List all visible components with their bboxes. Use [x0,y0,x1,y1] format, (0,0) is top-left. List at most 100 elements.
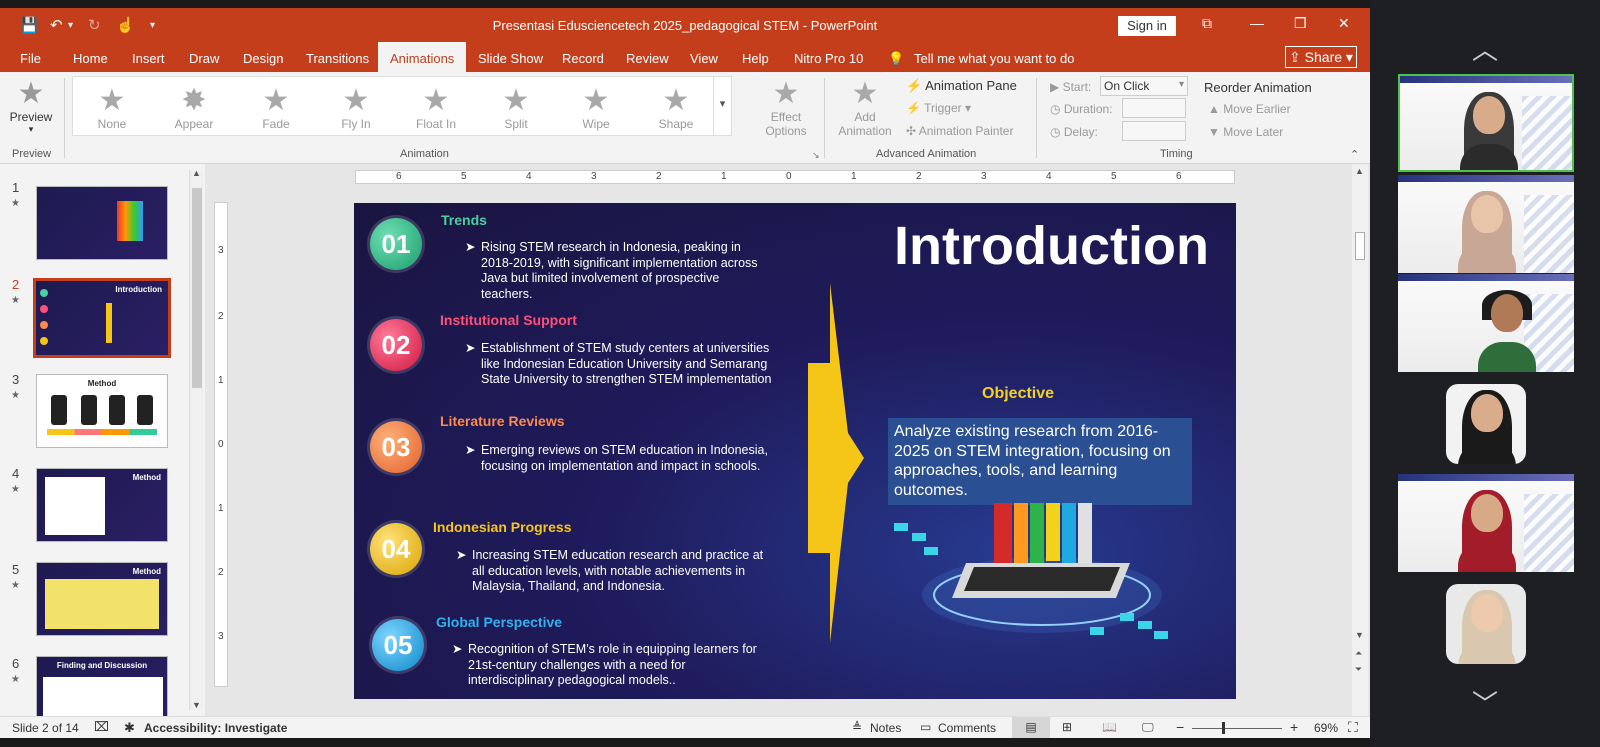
tab-transitions[interactable]: Transitions [306,51,369,66]
share-button[interactable]: ⇪ Share ▾ [1285,46,1357,68]
slide-thumbnail-5[interactable]: Method [36,562,168,636]
delay-input[interactable] [1122,121,1186,141]
move-earlier-button[interactable]: ▲ Move Earlier [1208,102,1291,116]
animation-pane-button[interactable]: ⚡ Animation Pane [906,78,1017,94]
slide-scrollbar[interactable]: ▲ ▼ ⏶ ⏷ [1352,164,1368,716]
animation-fly-in[interactable]: ★ Fly In [321,84,391,132]
zoom-in-icon[interactable]: + [1290,719,1298,735]
tab-home[interactable]: Home [73,51,108,66]
chevron-down-icon[interactable]: ﹀ [1370,684,1600,721]
tab-help[interactable]: Help [742,51,769,66]
minimize-icon[interactable]: — [1250,15,1264,31]
triangle-up-icon: ▲ [1208,102,1220,116]
participant-avatar [1458,191,1516,273]
sign-in-button[interactable]: Sign in [1118,16,1176,36]
top-strip [0,0,1370,8]
star-icon: ★ [342,84,370,117]
start-dropdown[interactable]: On Click ▾ [1100,76,1188,96]
dialog-launcher-icon[interactable]: ↘ [812,150,820,161]
participant-avatar-tile[interactable] [1446,584,1526,664]
animation-painter-button[interactable]: ✣ Animation Painter [906,124,1013,138]
move-later-button[interactable]: ▼ Move Later [1208,125,1283,139]
restore-icon[interactable]: ❐ [1294,15,1307,32]
gallery-more-icon[interactable]: ▾ [713,77,731,135]
slideshow-icon[interactable]: 🖵 [1142,720,1154,735]
comments-icon[interactable]: ▭ [920,720,931,734]
slide-sorter-icon[interactable]: ⊞ [1062,720,1072,734]
collapse-ribbon-icon[interactable]: ⌃ [1350,148,1359,161]
animation-split[interactable]: ★ Split [481,85,551,132]
tab-animations[interactable]: Animations [378,42,467,72]
slide-thumbnail-4[interactable]: Method [36,468,168,542]
objective-heading: Objective [982,385,1055,402]
slide-thumbnail-2[interactable]: Introduction [33,278,171,358]
tab-draw[interactable]: Draw [189,51,219,66]
participant-video-tile[interactable] [1398,74,1574,172]
preview-button[interactable]: ★ Preview ▾ [8,78,54,135]
slide-canvas[interactable]: 01 Trends ➤ Rising STEM research in Indon… [354,203,1236,699]
participant-video-tile[interactable] [1398,274,1574,372]
scrollbar-thumb[interactable] [192,188,202,388]
notes-button[interactable]: Notes [870,721,901,735]
animation-fade[interactable]: ★ Fade [241,85,311,132]
zoom-out-icon[interactable]: − [1176,719,1184,735]
scroll-up-icon[interactable]: ▲ [1355,166,1364,176]
accessibility-status[interactable]: Accessibility: Investigate [144,721,287,735]
tab-record[interactable]: Record [562,51,604,66]
preview-group-label: Preview [12,148,52,160]
fit-to-window-icon[interactable]: ⛶ [1348,719,1358,736]
normal-view-icon[interactable]: ▤ [1012,717,1050,738]
chevron-up-icon[interactable]: ︿ [1370,30,1600,67]
zoom-slider-thumb[interactable] [1222,722,1225,734]
participant-video-tile[interactable] [1398,474,1574,572]
trigger-button[interactable]: ⚡ Trigger ▾ [906,101,971,115]
slide-thumbnail-3[interactable]: Method [36,374,168,448]
ribbon-display-icon[interactable]: ⧉ [1202,15,1212,32]
effect-options-button[interactable]: ★ Effect Options [756,78,816,139]
tab-slide-show[interactable]: Slide Show [478,51,543,66]
star-icon: ★ [98,84,126,117]
animation-float-in[interactable]: ★ Float In [401,85,471,132]
accessibility-icon[interactable]: ✱ [124,720,135,736]
animation-shape[interactable]: ★ Shape [641,85,711,132]
close-icon[interactable]: ✕ [1338,15,1350,32]
add-animation-button[interactable]: ★ Add Animation [830,78,900,139]
tab-review[interactable]: Review [626,51,669,66]
scroll-down-icon[interactable]: ▼ [1355,630,1364,640]
tab-view[interactable]: View [690,51,718,66]
separator [824,78,825,158]
zoom-slider[interactable] [1192,728,1282,729]
arrow-bullet-icon: ➤ [465,443,476,457]
section-number-badge: 04 [370,523,422,575]
zoom-level[interactable]: 69% [1314,721,1338,735]
reading-view-icon[interactable]: 📖 [1102,720,1117,734]
animation-wipe[interactable]: ★ Wipe [561,85,631,132]
slide-title: Introduction [894,216,1209,276]
start-label: ▶ Start: [1050,80,1092,94]
scroll-up-icon[interactable]: ▲ [192,168,201,178]
participant-avatar [1458,390,1516,464]
notes-icon[interactable]: ≜ [852,720,862,734]
reorder-animation-label: Reorder Animation [1204,80,1312,95]
previous-slide-icon[interactable]: ⏶ [1355,648,1362,659]
animation-none[interactable]: ★ None [77,84,147,132]
duration-input[interactable] [1122,98,1186,118]
next-slide-icon[interactable]: ⏷ [1355,664,1362,675]
duration-label: ◷ Duration: [1050,102,1113,116]
thumbnail-scrollbar[interactable]: ▲ ▼ [189,168,203,710]
tell-me-search[interactable]: Tell me what you want to do [914,51,1074,66]
tab-nitro[interactable]: Nitro Pro 10 [794,51,863,66]
bottom-strip [0,738,1370,747]
tab-file[interactable]: File [20,51,41,66]
slide-thumbnail-1[interactable] [36,186,168,260]
comments-button[interactable]: Comments [938,721,996,735]
scroll-down-icon[interactable]: ▼ [192,700,201,710]
participant-avatar-tile[interactable] [1446,384,1526,464]
spelling-icon[interactable]: ⌧ [94,719,109,735]
tab-design[interactable]: Design [243,51,283,66]
scrollbar-thumb[interactable] [1355,232,1365,260]
arrow-bullet-icon: ➤ [465,341,476,355]
animation-appear[interactable]: ✸ Appear [159,85,229,132]
participant-video-tile[interactable] [1398,175,1574,273]
tab-insert[interactable]: Insert [132,51,165,66]
